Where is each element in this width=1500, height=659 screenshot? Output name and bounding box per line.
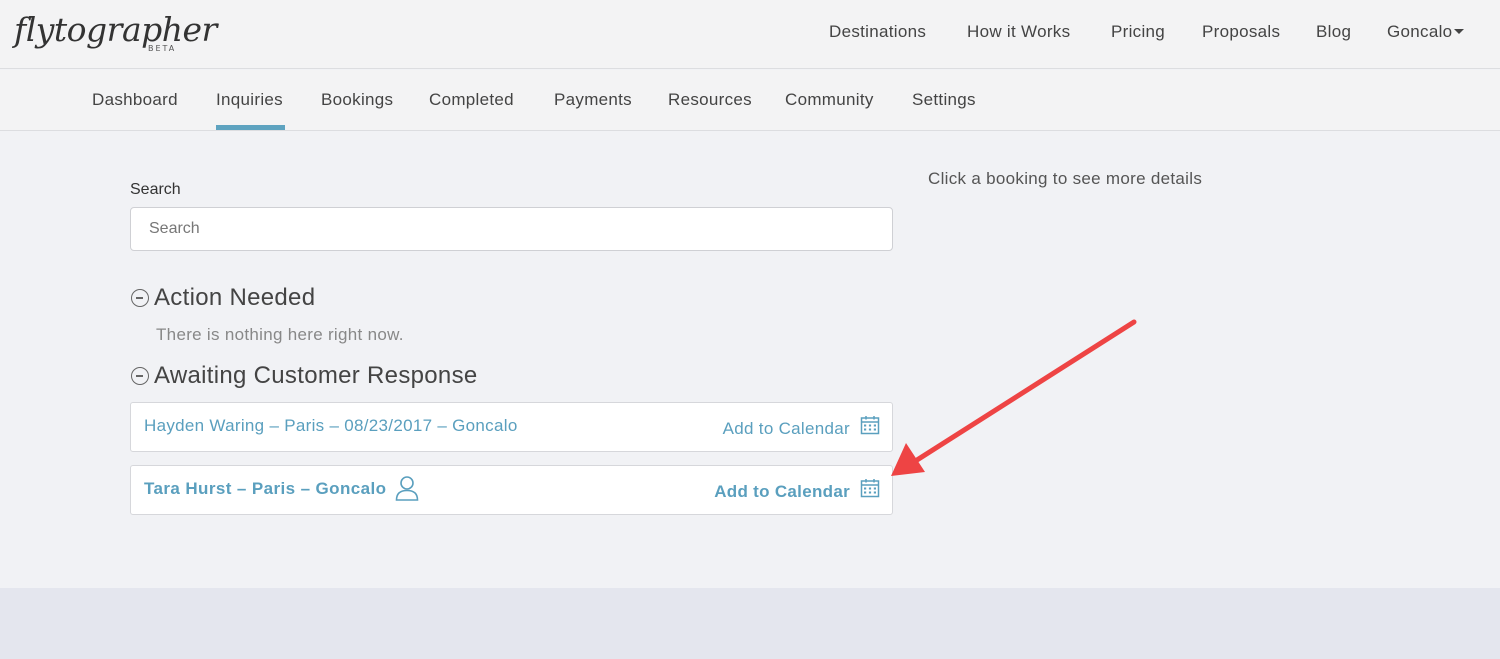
add-to-calendar-link[interactable]: Add to Calendar — [723, 419, 850, 439]
details-hint: Click a booking to see more details — [928, 169, 1203, 188]
search-input[interactable] — [130, 207, 893, 251]
section-title-awaiting-response: Awaiting Customer Response — [154, 362, 478, 389]
tab-completed[interactable]: Completed — [429, 90, 514, 110]
calendar-icon[interactable] — [860, 415, 880, 435]
nav-proposals[interactable]: Proposals — [1202, 22, 1280, 44]
section-title-action-needed: Action Needed — [154, 284, 316, 311]
tab-resources[interactable]: Resources — [668, 90, 752, 110]
top-navigation-bar: flytographer BETA Destinations How it Wo… — [0, 0, 1500, 69]
person-icon — [395, 476, 419, 501]
user-name: Goncalo — [1387, 22, 1453, 41]
tab-dashboard[interactable]: Dashboard — [92, 90, 178, 110]
nav-pricing[interactable]: Pricing — [1111, 22, 1165, 44]
empty-state-text: There is nothing here right now. — [156, 325, 404, 344]
calendar-icon[interactable] — [860, 478, 880, 498]
inquiry-row[interactable]: Hayden Waring – Paris – 08/23/2017 – Gon… — [130, 402, 893, 452]
nav-how-it-works[interactable]: How it Works — [967, 22, 1070, 44]
tab-settings[interactable]: Settings — [912, 90, 976, 110]
inquiry-link[interactable]: Hayden Waring – Paris – 08/23/2017 – Gon… — [144, 416, 518, 436]
dashboard-tabs: Dashboard Inquiries Bookings Completed P… — [0, 70, 1500, 131]
nav-blog[interactable]: Blog — [1316, 22, 1351, 44]
tab-payments[interactable]: Payments — [554, 90, 632, 110]
active-tab-indicator — [216, 125, 285, 130]
inquiry-link[interactable]: Tara Hurst – Paris – Goncalo — [144, 479, 386, 499]
tab-bookings[interactable]: Bookings — [321, 90, 393, 110]
flytographer-logo[interactable]: flytographer BETA — [14, 10, 217, 60]
minus-circle-icon[interactable] — [131, 367, 149, 385]
nav-destinations[interactable]: Destinations — [829, 22, 926, 44]
logo-wordmark: flytographer — [14, 10, 217, 49]
tab-inquiries[interactable]: Inquiries — [216, 90, 283, 110]
add-to-calendar-link[interactable]: Add to Calendar — [714, 482, 850, 502]
minus-circle-icon[interactable] — [131, 289, 149, 307]
footer — [0, 588, 1500, 659]
user-menu[interactable]: Goncalo — [1387, 22, 1465, 44]
inquiry-row[interactable]: Tara Hurst – Paris – Goncalo Add to Cale… — [130, 465, 893, 515]
caret-down-icon — [1454, 29, 1465, 34]
tab-community[interactable]: Community — [785, 90, 874, 110]
beta-badge: BETA — [148, 44, 177, 53]
search-label: Search — [130, 181, 181, 198]
